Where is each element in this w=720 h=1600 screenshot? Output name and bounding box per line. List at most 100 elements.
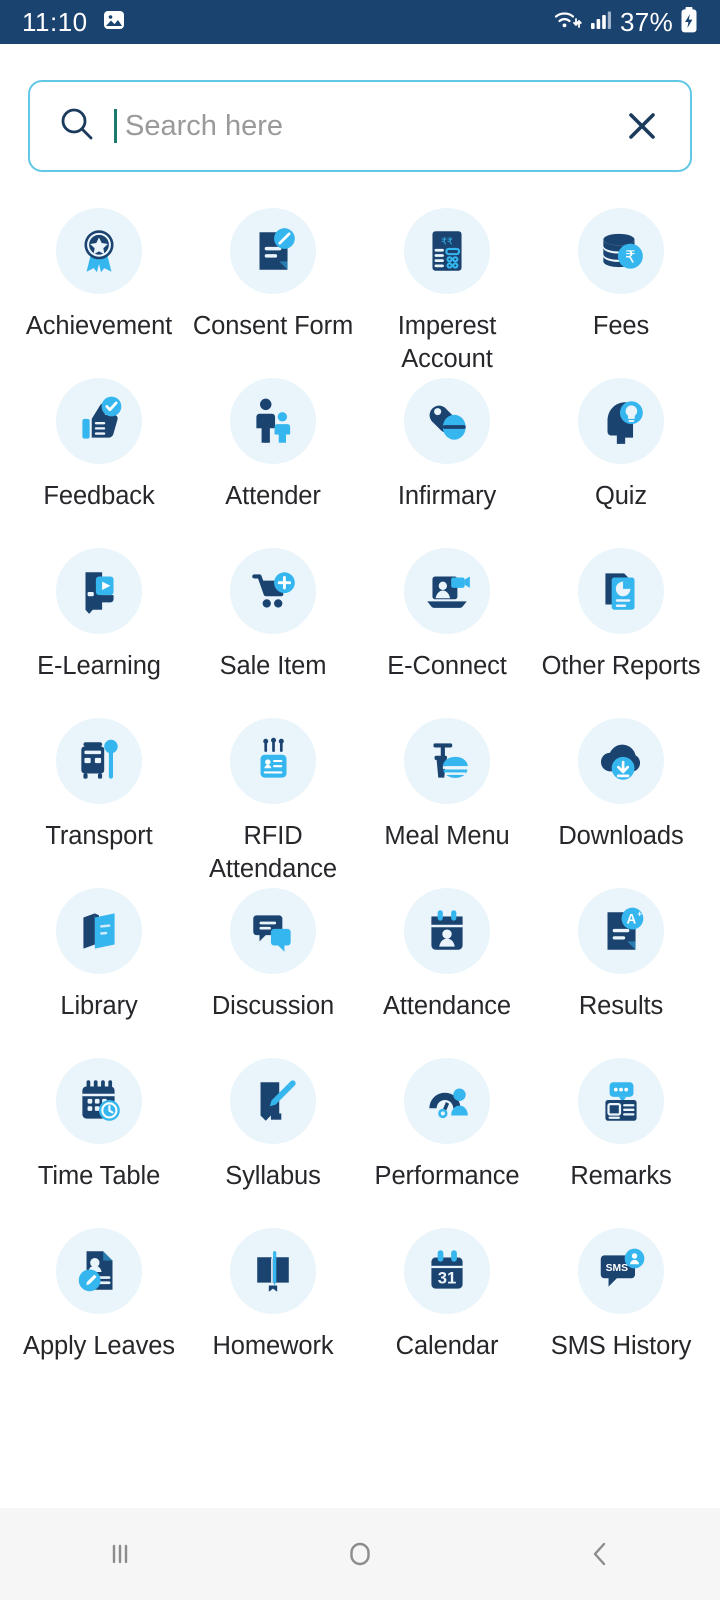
- calendar-clock-icon: [56, 1058, 142, 1144]
- app-tile-rfid-attendance[interactable]: RFID Attendance: [186, 718, 360, 888]
- calculator-rupee-icon: ₹₹: [404, 208, 490, 294]
- status-bar-right: 37%: [552, 6, 698, 39]
- app-tile-results[interactable]: A + Results: [534, 888, 708, 1058]
- meal-drink-icon: [404, 718, 490, 804]
- id-card-edit-icon: [56, 1228, 142, 1314]
- home-button[interactable]: [300, 1508, 420, 1600]
- app-tile-label: Syllabus: [225, 1162, 321, 1190]
- battery-percent-text: 37%: [620, 6, 673, 37]
- app-tile-label: Other Reports: [541, 652, 701, 680]
- close-icon[interactable]: [620, 104, 664, 148]
- battery-charging-icon: [680, 6, 698, 39]
- app-tile-label: Achievement: [25, 312, 173, 340]
- app-tile-label: Results: [578, 992, 664, 1020]
- coins-rupee-icon: ₹: [578, 208, 664, 294]
- recents-button[interactable]: [60, 1508, 180, 1600]
- app-tile-homework[interactable]: Homework: [186, 1228, 360, 1398]
- app-tile-label: Feedback: [43, 482, 155, 510]
- svg-text:₹₹: ₹₹: [441, 236, 453, 247]
- calendar-person-icon: [404, 888, 490, 974]
- app-tile-attendance[interactable]: Attendance: [360, 888, 534, 1058]
- app-tile-label: Remarks: [570, 1162, 672, 1190]
- search-bar[interactable]: [28, 80, 692, 172]
- app-tile-imperest-account[interactable]: ₹₹ Imperest Account: [360, 208, 534, 378]
- app-tile-label: Infirmary: [397, 482, 497, 510]
- app-tile-label: Homework: [212, 1332, 334, 1360]
- open-book-pencil-icon: [230, 1228, 316, 1314]
- app-tile-label: SMS History: [550, 1332, 692, 1360]
- app-tile-sale-item[interactable]: Sale Item: [186, 548, 360, 718]
- app-tile-label: Library: [60, 992, 138, 1020]
- status-bar: 11:10 37%: [0, 0, 720, 44]
- wifi-icon: [552, 7, 582, 38]
- app-tile-label: Attendance: [382, 992, 512, 1020]
- app-tile-label: E-Connect: [387, 652, 507, 680]
- app-tile-calendar[interactable]: 31 Calendar: [360, 1228, 534, 1398]
- bus-stop-icon: [56, 718, 142, 804]
- rfid-card-icon: [230, 718, 316, 804]
- book-play-icon: [56, 548, 142, 634]
- app-tile-syllabus[interactable]: Syllabus: [186, 1058, 360, 1228]
- parent-child-icon: [230, 378, 316, 464]
- svg-text:SMS: SMS: [606, 1263, 629, 1274]
- app-tile-time-table[interactable]: Time Table: [12, 1058, 186, 1228]
- app-tile-label: Imperest Account: [397, 312, 497, 373]
- gallery-icon: [102, 8, 126, 37]
- gauge-person-icon: [404, 1058, 490, 1144]
- app-tile-e-connect[interactable]: E-Connect: [360, 548, 534, 718]
- laptop-video-icon: [404, 548, 490, 634]
- text-cursor: [114, 109, 117, 143]
- app-tile-library[interactable]: Library: [12, 888, 186, 1058]
- app-tile-label: E-Learning: [37, 652, 161, 680]
- report-chart-icon: [578, 548, 664, 634]
- svg-text:31: 31: [438, 1268, 456, 1287]
- app-tile-fees[interactable]: ₹ Fees: [534, 208, 708, 378]
- status-bar-left: 11:10: [22, 7, 126, 38]
- app-tile-label: Apply Leaves: [23, 1332, 175, 1360]
- app-tile-quiz[interactable]: Quiz: [534, 378, 708, 548]
- cloud-download-icon: [578, 718, 664, 804]
- app-tile-feedback[interactable]: Feedback: [12, 378, 186, 548]
- search-input[interactable]: [125, 82, 602, 170]
- head-lightbulb-icon: [578, 378, 664, 464]
- app-grid: Achievement Consent Form ₹₹ Imperest Acc…: [0, 180, 720, 1398]
- app-tile-achievement[interactable]: Achievement: [12, 208, 186, 378]
- app-tile-meal-menu[interactable]: Meal Menu: [360, 718, 534, 888]
- chat-bubbles-icon: [230, 888, 316, 974]
- system-navigation-bar: [0, 1508, 720, 1600]
- app-tile-sms-history[interactable]: SMS SMS History: [534, 1228, 708, 1398]
- app-tile-label: Sale Item: [219, 652, 327, 680]
- app-tile-label: RFID Attendance: [208, 822, 338, 883]
- app-tile-discussion[interactable]: Discussion: [186, 888, 360, 1058]
- cellular-signal-icon: [589, 8, 613, 37]
- back-button[interactable]: [540, 1508, 660, 1600]
- book-pencil-icon: [230, 1058, 316, 1144]
- document-edit-icon: [230, 208, 316, 294]
- app-tile-attender[interactable]: Attender: [186, 378, 360, 548]
- svg-text:A: A: [627, 912, 637, 927]
- app-tile-label: Meal Menu: [384, 822, 510, 850]
- app-tile-apply-leaves[interactable]: Apply Leaves: [12, 1228, 186, 1398]
- app-tile-label: Fees: [592, 312, 650, 340]
- app-tile-label: Downloads: [558, 822, 684, 850]
- app-tile-remarks[interactable]: Remarks: [534, 1058, 708, 1228]
- app-grid-scroll[interactable]: Achievement Consent Form ₹₹ Imperest Acc…: [0, 180, 720, 1600]
- app-tile-other-reports[interactable]: Other Reports: [534, 548, 708, 718]
- pills-icon: [404, 378, 490, 464]
- app-tile-label: Performance: [374, 1162, 520, 1190]
- app-tile-performance[interactable]: Performance: [360, 1058, 534, 1228]
- calendar-31-icon: 31: [404, 1228, 490, 1314]
- app-tile-e-learning[interactable]: E-Learning: [12, 548, 186, 718]
- search-section: [0, 44, 720, 172]
- svg-text:+: +: [637, 908, 642, 918]
- app-tile-infirmary[interactable]: Infirmary: [360, 378, 534, 548]
- award-medal-icon: [56, 208, 142, 294]
- document-grade-icon: A +: [578, 888, 664, 974]
- app-tile-consent-form[interactable]: Consent Form: [186, 208, 360, 378]
- app-tile-transport[interactable]: Transport: [12, 718, 186, 888]
- app-tile-downloads[interactable]: Downloads: [534, 718, 708, 888]
- app-tile-label: Discussion: [211, 992, 335, 1020]
- app-tile-label: Quiz: [594, 482, 648, 510]
- remark-card-icon: [578, 1058, 664, 1144]
- app-tile-label: Calendar: [395, 1332, 499, 1360]
